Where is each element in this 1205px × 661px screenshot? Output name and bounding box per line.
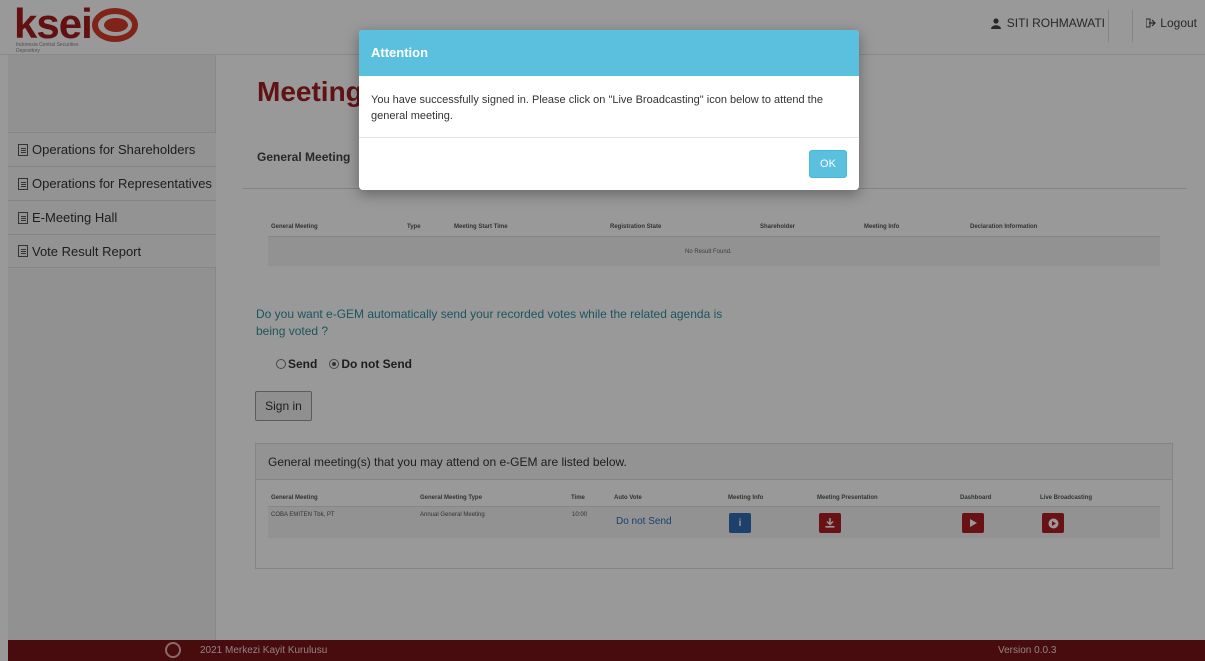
modal-message: You have successfully signed in. Please … <box>359 76 859 138</box>
modal-title: Attention <box>359 30 859 76</box>
ok-button[interactable]: OK <box>809 150 847 178</box>
attention-modal: Attention You have successfully signed i… <box>359 30 859 190</box>
modal-footer: OK <box>359 138 859 190</box>
